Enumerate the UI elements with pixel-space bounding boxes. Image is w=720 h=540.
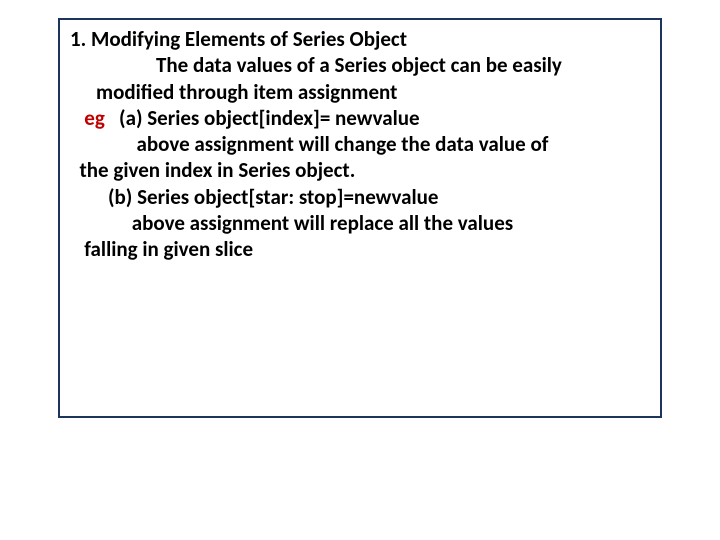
- list-number: 1.: [70, 26, 86, 52]
- example-a-line3: the given index in Series object.: [80, 157, 356, 183]
- example-b: (b) Series object[star: stop]=newvalue a…: [70, 184, 646, 263]
- eg-label: eg: [84, 105, 105, 131]
- slide: 1. Modifying Elements of Series Object T…: [0, 0, 720, 540]
- example-b-line3: falling in given slice: [84, 236, 253, 262]
- heading-line2a: The data values of a Series object can b…: [156, 52, 562, 78]
- heading-paragraph: 1. Modifying Elements of Series Object T…: [70, 26, 646, 105]
- example-a-line2: above assignment will change the data va…: [136, 131, 548, 157]
- heading-title: Modifying Elements of Series Object: [91, 26, 407, 52]
- example-a: eg (a) Series object[index]= newvalue ab…: [70, 105, 646, 184]
- example-b-line2: above assignment will replace all the va…: [132, 210, 513, 236]
- heading-line2b: modified through item assignment: [96, 79, 397, 105]
- example-a-head: (a) Series object[index]= newvalue: [119, 105, 420, 131]
- content-box: 1. Modifying Elements of Series Object T…: [58, 18, 662, 418]
- example-b-head: (b) Series object[star: stop]=newvalue: [108, 184, 438, 210]
